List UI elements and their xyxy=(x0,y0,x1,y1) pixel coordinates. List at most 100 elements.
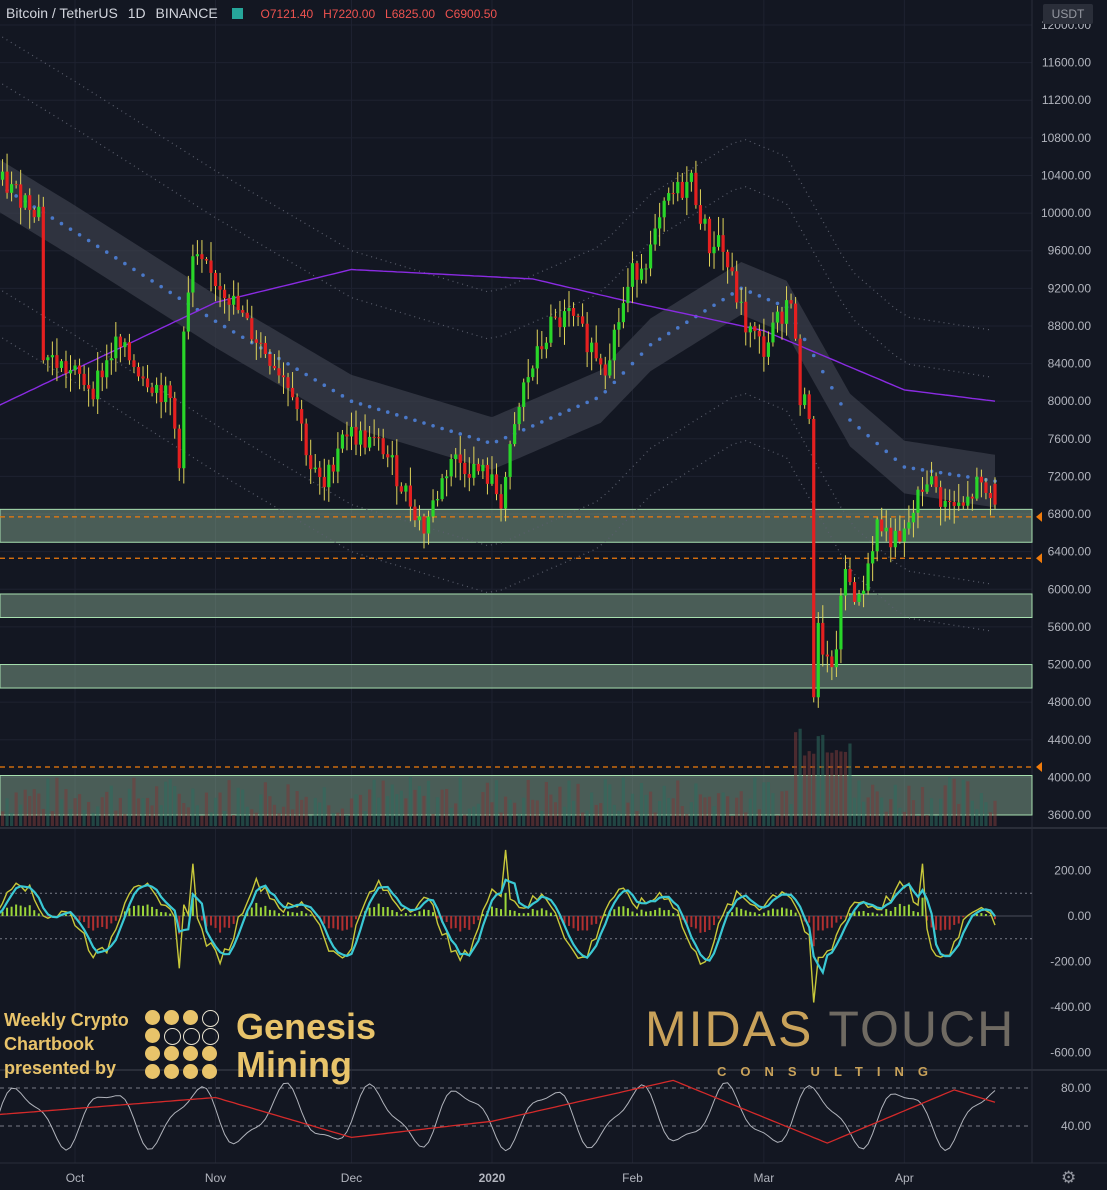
volume-bar xyxy=(5,798,9,826)
volume-bar xyxy=(114,810,118,826)
candle-body xyxy=(177,428,181,469)
candle-body xyxy=(984,482,988,493)
volume-bar xyxy=(911,800,916,826)
volume-bar xyxy=(476,803,480,826)
volume-bar xyxy=(422,795,426,826)
ema-dot xyxy=(431,423,435,428)
ema-dot xyxy=(340,394,345,398)
candle-body xyxy=(399,486,403,492)
level-marker-icon xyxy=(1036,511,1042,522)
candle-body xyxy=(739,301,743,303)
time-axis-label: Mar xyxy=(754,1171,775,1185)
candle-body xyxy=(209,260,213,273)
volume-bar xyxy=(73,798,77,826)
volume-bar xyxy=(14,792,18,826)
volume-bar xyxy=(91,812,95,826)
volume-bar xyxy=(381,780,385,826)
interval-label[interactable]: 1D xyxy=(128,5,146,21)
volume-bar xyxy=(689,802,693,826)
candle-body xyxy=(721,235,725,252)
candle-body xyxy=(413,506,417,521)
logo-dot xyxy=(202,1046,217,1061)
candle-body xyxy=(136,366,141,377)
volume-bar xyxy=(830,752,834,826)
volume-bar xyxy=(866,797,870,826)
candle-body xyxy=(114,336,118,359)
volume-bar xyxy=(712,806,716,826)
candle-body xyxy=(794,303,798,339)
volume-bar xyxy=(635,811,639,826)
candle-body xyxy=(200,254,204,260)
candle-body xyxy=(535,346,539,369)
volume-bar xyxy=(630,793,635,826)
ema-dot xyxy=(820,369,825,374)
volume-bar xyxy=(286,784,290,826)
volume-bar xyxy=(603,779,607,826)
volume-bar xyxy=(100,797,104,826)
candle-body xyxy=(250,318,254,340)
ema-dot xyxy=(875,441,879,446)
candle-body xyxy=(150,387,154,393)
volume-bar xyxy=(218,792,222,826)
price-axis-label: 4400.00 xyxy=(1048,733,1092,747)
volume-bar xyxy=(794,732,798,826)
ema-dot xyxy=(730,292,734,296)
volume-bar xyxy=(789,804,793,826)
candle-body xyxy=(23,195,27,208)
candle-body xyxy=(449,459,453,477)
candle-body xyxy=(553,316,558,318)
ema-dot xyxy=(50,216,55,220)
candle-body xyxy=(957,502,961,506)
volume-bar xyxy=(499,812,503,826)
rsi-axis-label: 80.00 xyxy=(1061,1081,1091,1095)
volume-bar xyxy=(64,789,68,826)
ema-dot xyxy=(775,301,780,306)
volume-bar xyxy=(848,743,852,826)
volume-bar xyxy=(399,790,403,826)
volume-bar xyxy=(336,812,340,826)
candle-body xyxy=(612,329,616,361)
volume-bar xyxy=(395,794,399,826)
volume-bar xyxy=(884,811,888,826)
volume-bar xyxy=(404,798,408,826)
candle-body xyxy=(961,502,965,506)
time-axis-label: Dec xyxy=(341,1171,362,1185)
ema-dot xyxy=(938,470,943,475)
osc-main-line xyxy=(0,878,996,976)
volume-bar xyxy=(771,793,775,826)
volume-bar xyxy=(567,780,571,826)
candle-body xyxy=(680,181,684,198)
logo-dot xyxy=(183,1064,198,1079)
candle-body xyxy=(105,360,109,378)
ema-dot xyxy=(449,429,453,434)
ema-dot xyxy=(830,385,834,390)
settings-gear-icon[interactable]: ⚙ xyxy=(1061,1168,1076,1188)
symbol-name[interactable]: Bitcoin / TetherUS xyxy=(6,5,118,21)
volume-bar xyxy=(0,811,5,826)
candle-body xyxy=(59,361,64,368)
ema-dot xyxy=(866,433,870,438)
time-axis-label: Oct xyxy=(66,1171,85,1185)
ema-dot xyxy=(757,294,762,298)
candle-body xyxy=(526,377,530,383)
support-zone xyxy=(0,664,1033,689)
candle-body xyxy=(118,336,122,348)
volume-bar xyxy=(9,812,14,826)
candle-body xyxy=(821,622,825,655)
volume-bar xyxy=(213,797,218,826)
exchange-label: BINANCE xyxy=(155,5,218,21)
candle-body xyxy=(581,316,585,324)
volume-bar xyxy=(313,797,317,826)
volume-bar xyxy=(522,797,526,826)
currency-badge[interactable]: USDT xyxy=(1043,4,1093,24)
candle-body xyxy=(277,368,281,376)
osc-axis-label: -600.00 xyxy=(1050,1046,1091,1060)
volume-bar xyxy=(250,809,254,826)
price-axis-label: 5600.00 xyxy=(1048,620,1092,634)
volume-bar xyxy=(118,797,122,826)
candle-body xyxy=(567,307,571,312)
ema-dot xyxy=(114,256,118,260)
ema-dot xyxy=(603,389,608,394)
candle-body xyxy=(331,464,335,472)
volume-bar xyxy=(979,793,984,826)
